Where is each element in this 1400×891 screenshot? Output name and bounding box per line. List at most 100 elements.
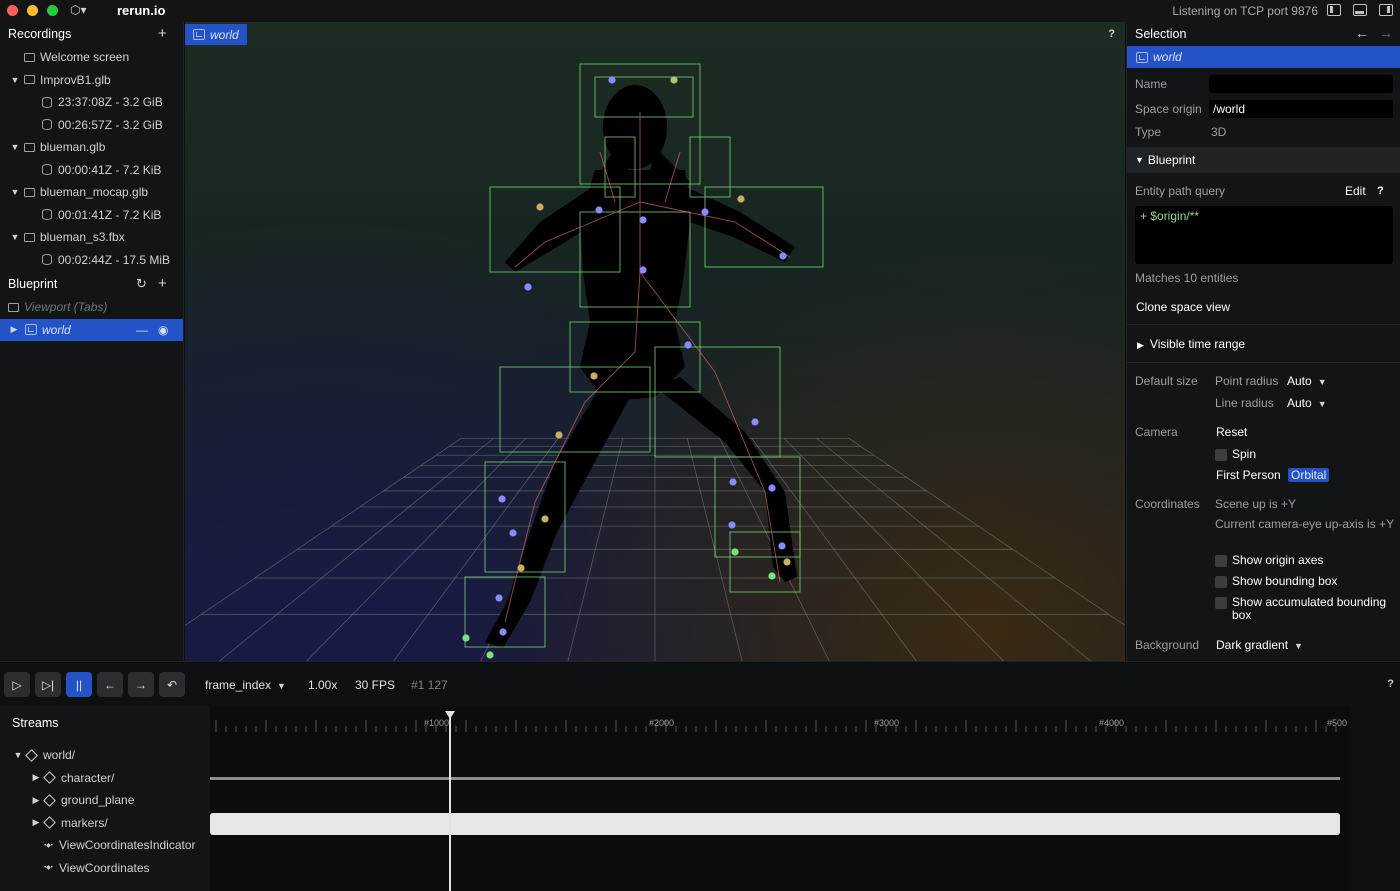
show-bounding-box-label: Show bounding box <box>1232 574 1338 588</box>
expand-caret-icon[interactable]: ▶ <box>31 817 41 828</box>
database-icon <box>42 209 52 221</box>
recording-session-item[interactable]: 00:02:44Z - 17.5 MiB <box>0 249 183 272</box>
character-stream-track[interactable] <box>210 777 1340 780</box>
step-forward-button[interactable]: ▷| <box>35 672 61 697</box>
clone-space-view-button[interactable]: Clone space view <box>1136 300 1230 314</box>
timeline-selector[interactable]: frame_index ▼ <box>205 678 286 692</box>
recording-session-item[interactable]: 23:37:08Z - 3.2 GiB <box>0 91 183 114</box>
recording-item[interactable]: Welcome screen <box>0 46 183 69</box>
line-radius-dropdown[interactable]: Auto ▼ <box>1287 396 1327 410</box>
space-origin-input[interactable]: /world <box>1209 100 1393 118</box>
add-space-view-icon[interactable]: + <box>158 276 167 291</box>
app-title: rerun.io <box>117 3 166 18</box>
marker-point <box>768 484 776 492</box>
window-close-button[interactable] <box>7 5 18 16</box>
marker-point <box>495 594 503 602</box>
expand-caret-icon[interactable]: ▶ <box>31 795 41 806</box>
loop-icon[interactable]: ↶ <box>159 672 185 697</box>
tcp-status: Listening on TCP port 9876 <box>1172 4 1318 18</box>
show-origin-axes-checkbox[interactable]: Show origin axes <box>1215 553 1323 567</box>
toggle-right-panel-icon[interactable] <box>1379 4 1393 16</box>
edit-query-button[interactable]: Edit <box>1345 184 1366 198</box>
left-panel: Recordings + Welcome screen ▼ ImprovB1.glb… <box>0 22 184 661</box>
background-dropdown[interactable]: Dark gradient ▼ <box>1216 638 1303 652</box>
recording-session-item[interactable]: 00:01:41Z - 7.2 KiB <box>0 204 183 227</box>
recording-session-item[interactable]: 00:00:41Z - 7.2 KiB <box>0 159 183 182</box>
forward-arrow-icon[interactable]: → <box>1379 25 1393 41</box>
scene-canvas[interactable] <box>185 22 1125 661</box>
selected-item[interactable]: world <box>1127 46 1400 68</box>
play-button[interactable]: ▷ <box>4 672 30 697</box>
fps-setting[interactable]: 30 FPS <box>355 678 395 692</box>
toggle-left-panel-icon[interactable] <box>1327 4 1341 16</box>
time-ruler[interactable] <box>210 706 1350 738</box>
ground-grid <box>185 437 1125 661</box>
step-back-icon[interactable]: ← <box>97 672 123 697</box>
playhead-line[interactable] <box>449 711 451 891</box>
database-icon <box>42 164 52 176</box>
marker-point <box>595 206 603 214</box>
reset-camera-button[interactable]: Reset <box>1216 425 1247 439</box>
recording-item[interactable]: ▼ ImprovB1.glb <box>0 69 183 92</box>
show-accumulated-bbox-checkbox[interactable]: Show accumulated bounding box <box>1215 596 1397 622</box>
tab-world-label: world <box>210 27 239 42</box>
stream-label: ViewCoordinatesIndicator <box>59 838 196 852</box>
viewport-tabs-item[interactable]: Viewport (Tabs) <box>0 296 183 319</box>
rerun-logo-icon[interactable]: ⬡▾ <box>70 3 87 17</box>
stream-item[interactable]: ▶ markers/ <box>31 812 108 834</box>
marker-point <box>608 76 616 84</box>
stream-item[interactable]: ▼ world/ <box>13 744 75 766</box>
database-icon <box>42 119 52 131</box>
stream-item[interactable]: ▶ character/ <box>31 767 115 789</box>
blueprint-section-header[interactable]: ▼ Blueprint <box>1127 147 1400 173</box>
visibility-eye-icon[interactable]: ◉ <box>158 323 168 337</box>
viewport-help-button[interactable]: ? <box>1108 28 1115 40</box>
blueprint-world-item[interactable]: ▶ world — ◉ <box>0 318 183 341</box>
query-help-button[interactable]: ? <box>1377 185 1384 197</box>
visible-time-range-toggle[interactable]: ▶ Visible time range <box>1137 337 1245 351</box>
recording-item[interactable]: ▼ blueman_mocap.glb <box>0 181 183 204</box>
recording-session-item[interactable]: 00:26:57Z - 3.2 GiB <box>0 114 183 137</box>
entity-icon <box>43 771 56 784</box>
time-area[interactable]: #1000 #2000 #3000 #4000 #500 <box>210 706 1350 891</box>
remove-icon[interactable]: — <box>136 323 148 337</box>
expand-caret-icon[interactable]: ▶ <box>31 772 41 783</box>
ruler-tick-label: #3000 <box>874 718 900 728</box>
tab-world[interactable]: world <box>185 24 247 45</box>
step-next-icon[interactable]: → <box>128 672 154 697</box>
timeline-help-button[interactable]: ? <box>1387 678 1394 690</box>
collapse-caret-icon[interactable]: ▼ <box>13 750 23 760</box>
collapse-caret-icon[interactable]: ▼ <box>10 187 20 197</box>
markers-stream-track[interactable] <box>210 813 1340 835</box>
toggle-bottom-panel-icon[interactable] <box>1353 4 1367 16</box>
add-recording-icon[interactable]: + <box>158 26 167 41</box>
stream-label: ground_plane <box>61 793 135 807</box>
playback-speed[interactable]: 1.00x <box>308 678 337 692</box>
viewport-3d[interactable]: world ? <box>185 22 1125 661</box>
spin-checkbox[interactable]: Spin <box>1215 447 1256 461</box>
stream-item[interactable]: ▶ ground_plane <box>31 789 135 811</box>
recording-label: Welcome screen <box>40 50 130 65</box>
back-arrow-icon[interactable]: ← <box>1355 25 1369 41</box>
first-person-option[interactable]: First Person <box>1216 468 1281 482</box>
marker-point <box>639 216 647 224</box>
type-value: 3D <box>1211 125 1227 139</box>
stream-item[interactable]: •◆• ViewCoordinatesIndicator <box>31 834 196 856</box>
collapse-caret-icon[interactable]: ▼ <box>10 142 20 152</box>
orbital-option[interactable]: Orbital <box>1288 468 1330 482</box>
collapse-caret-icon[interactable]: ▼ <box>10 75 20 85</box>
entity-path-query-input[interactable]: + $origin/** <box>1135 206 1393 264</box>
reset-blueprint-icon[interactable]: ↻ <box>136 276 147 291</box>
show-bounding-box-checkbox[interactable]: Show bounding box <box>1215 574 1337 588</box>
window-maximize-button[interactable] <box>47 5 58 16</box>
point-radius-dropdown[interactable]: Auto ▼ <box>1287 374 1327 388</box>
name-input[interactable] <box>1209 75 1393 93</box>
pause-button[interactable]: || <box>66 672 92 697</box>
expand-caret-icon[interactable]: ▶ <box>9 324 19 335</box>
stream-item[interactable]: •◆• ViewCoordinates <box>31 857 149 879</box>
window-minimize-button[interactable] <box>27 5 38 16</box>
recording-item[interactable]: ▼ blueman.glb <box>0 136 183 159</box>
collapse-caret-icon[interactable]: ▼ <box>10 232 20 242</box>
recording-item[interactable]: ▼ blueman_s3.fbx <box>0 226 183 249</box>
chevron-down-icon: ▼ <box>1317 399 1327 409</box>
